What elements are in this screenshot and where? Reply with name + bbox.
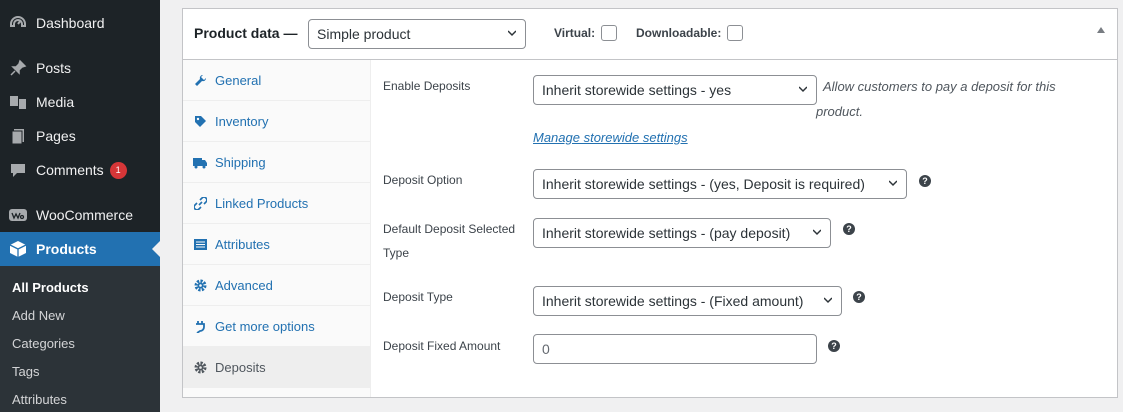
tab-general-label: General: [215, 72, 262, 88]
tab-linked-products[interactable]: Linked Products: [183, 183, 370, 224]
box-icon: [9, 240, 27, 258]
virtual-checkbox[interactable]: [601, 25, 617, 41]
enable-deposits-select[interactable]: Inherit storewide settings - yes: [533, 75, 817, 105]
deposit-option-help-icon[interactable]: ?: [919, 175, 931, 187]
deposit-type-label: Deposit Type: [383, 290, 453, 304]
menu-dashboard[interactable]: Dashboard: [0, 6, 160, 40]
media-icon: [9, 93, 27, 111]
deposit-fixed-amount-label: Deposit Fixed Amount: [383, 339, 501, 353]
collapse-toggle-icon[interactable]: [1097, 27, 1105, 33]
wrench-icon: [193, 73, 207, 87]
downloadable-checkbox[interactable]: [727, 25, 743, 41]
admin-sidebar: Dashboard Posts Media Pages Comments 1 W…: [0, 0, 160, 412]
default-deposit-type-label-line1: Default Deposit Selected: [383, 222, 516, 236]
chevron-down-icon: [824, 297, 832, 304]
default-deposit-type-select[interactable]: Inherit storewide settings - (pay deposi…: [533, 218, 831, 248]
gear-icon: [193, 278, 207, 292]
comments-count-badge: 1: [109, 161, 127, 179]
chevron-down-icon: [799, 86, 807, 93]
gear-icon: [193, 360, 207, 374]
menu-woocommerce-label: WooCommerce: [36, 207, 133, 223]
enable-deposits-description-line1: Allow customers to pay a deposit for thi…: [823, 79, 1056, 94]
submenu-add-new[interactable]: Add New: [12, 308, 65, 323]
menu-woocommerce[interactable]: WooCommerce: [0, 198, 160, 232]
menu-products[interactable]: Products: [0, 232, 160, 266]
tab-general[interactable]: General: [183, 60, 370, 101]
tab-deposits[interactable]: Deposits: [183, 347, 370, 388]
woo-icon: [9, 206, 27, 224]
submenu-categories[interactable]: Categories: [12, 336, 75, 351]
enable-deposits-label: Enable Deposits: [383, 79, 471, 93]
plugin-icon: [193, 319, 207, 333]
enable-deposits-description-line2: product.: [816, 104, 863, 119]
deposit-option-value: Inherit storewide settings - (yes, Depos…: [542, 176, 865, 192]
virtual-label: Virtual:: [554, 26, 596, 40]
tab-shipping[interactable]: Shipping: [183, 142, 370, 183]
menu-posts-label: Posts: [36, 60, 72, 76]
downloadable-label: Downloadable:: [636, 26, 722, 40]
tab-linked-products-label: Linked Products: [215, 195, 309, 211]
truck-icon: [193, 155, 207, 169]
submenu-tags[interactable]: Tags: [12, 364, 39, 379]
deposit-fixed-amount-input[interactable]: 0: [533, 334, 817, 364]
menu-posts[interactable]: Posts: [0, 51, 160, 85]
menu-comments[interactable]: Comments 1: [0, 153, 160, 187]
tab-deposits-label: Deposits: [215, 359, 266, 375]
comment-icon: [9, 161, 27, 179]
deposit-type-select[interactable]: Inherit storewide settings - (Fixed amou…: [533, 286, 842, 316]
submenu-all-products[interactable]: All Products: [12, 280, 89, 295]
pin-icon: [9, 59, 27, 77]
menu-media[interactable]: Media: [0, 85, 160, 119]
tab-advanced-label: Advanced: [215, 277, 273, 293]
tab-attributes-label: Attributes: [215, 236, 270, 252]
tab-attributes[interactable]: Attributes: [183, 224, 370, 265]
product-data-header: Product data — Simple product Virtual: D…: [183, 9, 1117, 60]
dashboard-icon: [9, 14, 27, 32]
submenu-attributes[interactable]: Attributes: [12, 392, 67, 407]
deposit-option-select[interactable]: Inherit storewide settings - (yes, Depos…: [533, 169, 907, 199]
enable-deposits-value: Inherit storewide settings - yes: [542, 82, 732, 98]
chevron-down-icon: [889, 180, 897, 187]
default-deposit-type-label-line2: Type: [383, 246, 410, 260]
pages-icon: [9, 127, 27, 145]
deposit-type-help-icon[interactable]: ?: [853, 291, 865, 303]
tab-shipping-label: Shipping: [215, 154, 266, 170]
product-data-title: Product data —: [194, 25, 298, 41]
tab-get-more-options-label: Get more options: [215, 318, 315, 334]
link-icon: [193, 196, 207, 210]
product-type-select[interactable]: Simple product: [308, 19, 526, 49]
product-data-tabs: General Inventory Shipping Linked Produc…: [183, 60, 371, 397]
menu-products-label: Products: [36, 241, 97, 257]
deposit-type-value: Inherit storewide settings - (Fixed amou…: [542, 293, 804, 309]
deposit-fixed-amount-placeholder: 0: [542, 341, 550, 357]
default-deposit-type-help-icon[interactable]: ?: [843, 223, 855, 235]
tab-get-more-options[interactable]: Get more options: [183, 306, 370, 347]
menu-pages[interactable]: Pages: [0, 119, 160, 153]
menu-media-label: Media: [36, 94, 75, 110]
menu-dashboard-label: Dashboard: [36, 15, 105, 31]
list-icon: [193, 237, 207, 251]
tab-inventory-label: Inventory: [215, 113, 269, 129]
tag-icon: [193, 114, 207, 128]
chevron-down-icon: [508, 30, 516, 37]
deposit-fixed-amount-help-icon[interactable]: ?: [828, 340, 840, 352]
tab-advanced[interactable]: Advanced: [183, 265, 370, 306]
chevron-down-icon: [813, 229, 821, 236]
manage-storewide-settings-link[interactable]: Manage storewide settings: [533, 130, 688, 145]
default-deposit-type-value: Inherit storewide settings - (pay deposi…: [542, 225, 791, 241]
product-type-value: Simple product: [317, 26, 411, 42]
products-submenu: All Products Add New Categories Tags Att…: [0, 266, 160, 412]
menu-pages-label: Pages: [36, 128, 76, 144]
tab-inventory[interactable]: Inventory: [183, 101, 370, 142]
menu-comments-label: Comments: [36, 162, 104, 178]
deposit-option-label: Deposit Option: [383, 173, 463, 187]
product-data-panel: Product data — Simple product Virtual: D…: [182, 8, 1118, 398]
